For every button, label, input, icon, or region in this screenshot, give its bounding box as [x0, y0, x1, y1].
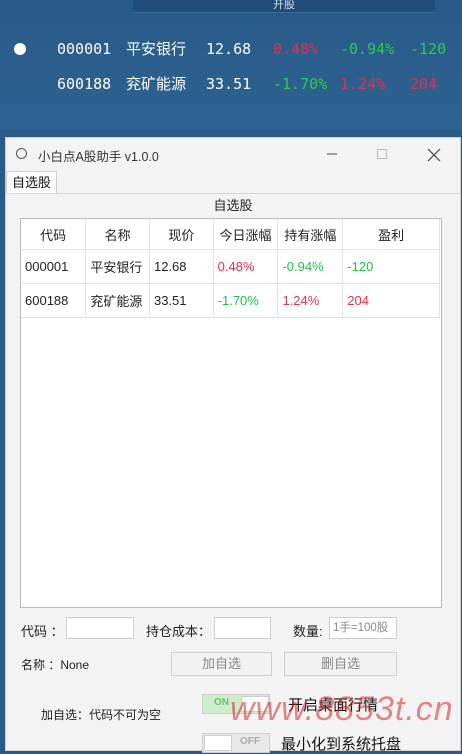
table-row[interactable]: 000001 平安银行 12.68 0.48% -0.94% -120: [21, 249, 440, 284]
cost-label: 持仓成本：: [146, 624, 212, 639]
quantity-label: 数量:: [293, 624, 323, 639]
header-profit[interactable]: 盈利: [342, 219, 440, 250]
ticker-today-change: -1.70%: [273, 75, 328, 93]
header-today-change[interactable]: 今日涨幅: [213, 219, 279, 250]
ticker-row[interactable]: 000001 平安银行 12.68 0.48% -0.94% -120: [0, 37, 462, 61]
toggle-knob: [241, 696, 269, 712]
add-watch-button[interactable]: 加自选: [171, 652, 272, 676]
header-hold-change[interactable]: 持有涨幅: [277, 219, 344, 250]
ticker-name: 平安银行: [126, 40, 187, 58]
code-label: 代码 ：: [21, 624, 64, 639]
desktop-ticker-toggle-label: 开启桌面行情: [288, 697, 379, 714]
desktop-top-strip: 开股: [133, 0, 435, 13]
watchlist-table[interactable]: 代码 名称 现价 今日涨幅 持有涨幅 盈利 000001 平安银行 12.68 …: [20, 218, 442, 608]
title-bar[interactable]: 小白点A股助手 v1.0.0: [6, 138, 460, 170]
cost-input[interactable]: [214, 617, 271, 639]
cell-name: 平安银行: [85, 249, 150, 284]
ticker-row[interactable]: 600188 兖矿能源 33.51 -1.70% 1.24% 204: [0, 72, 462, 96]
ticker-name: 兖矿能源: [126, 75, 187, 93]
ticker-dot-icon[interactable]: [14, 43, 26, 55]
table-header-row: 代码 名称 现价 今日涨幅 持有涨幅 盈利: [21, 219, 440, 250]
header-price[interactable]: 现价: [149, 219, 214, 250]
cell-price: 33.51: [149, 283, 214, 318]
tab-watchlist[interactable]: 自选股: [6, 171, 58, 193]
tray-minimize-toggle[interactable]: OFF: [202, 733, 270, 753]
section-title: 自选股: [213, 198, 253, 213]
cell-hold-change: 1.24%: [277, 283, 344, 318]
cell-code: 600188: [21, 283, 87, 318]
cell-profit: 204: [342, 283, 440, 318]
close-icon: [427, 148, 441, 162]
remove-watch-button[interactable]: 删自选: [284, 652, 397, 676]
tab-divider: [6, 193, 460, 194]
cell-name: 兖矿能源: [85, 283, 150, 318]
header-code[interactable]: 代码: [21, 219, 87, 250]
quantity-input[interactable]: [329, 617, 397, 639]
minimize-button[interactable]: [318, 142, 346, 166]
stock-name-label: 名称 ：None: [21, 658, 90, 672]
top-strip-label: 开股: [273, 0, 295, 11]
cell-code: 000001: [21, 249, 87, 284]
cell-price: 12.68: [149, 249, 214, 284]
cell-profit: -120: [342, 249, 440, 284]
header-name[interactable]: 名称: [85, 219, 150, 250]
ticker-profit: 204: [410, 75, 438, 93]
toggle-state-label: OFF: [240, 736, 260, 747]
ticker-hold-change: -0.94%: [340, 40, 395, 58]
cell-today-change: 0.48%: [213, 249, 279, 284]
ticker-price: 12.68: [206, 40, 252, 58]
ticker-price: 33.51: [206, 75, 252, 93]
table-row[interactable]: 600188 兖矿能源 33.51 -1.70% 1.24% 204: [21, 283, 440, 318]
close-button[interactable]: [420, 142, 448, 166]
status-message: 加自选：代码不可为空: [41, 708, 162, 722]
ticker-hold-change: 1.24%: [340, 75, 386, 93]
desktop-background: [0, 0, 462, 130]
ticker-profit: -120: [410, 40, 447, 58]
toggle-knob: [204, 735, 232, 751]
code-input[interactable]: [66, 617, 134, 639]
cell-hold-change: -0.94%: [277, 249, 344, 284]
minimize-icon: [327, 153, 337, 155]
maximize-icon: [377, 149, 387, 159]
ticker-code: 000001: [57, 40, 112, 58]
app-window: 小白点A股助手 v1.0.0 自选股 自选股 代码 名称 现价 今日涨幅 持有涨…: [5, 137, 461, 753]
desktop-ticker-toggle[interactable]: ON: [202, 694, 270, 714]
window-title: 小白点A股助手 v1.0.0: [38, 150, 159, 164]
maximize-button[interactable]: [368, 142, 396, 166]
ticker-code: 600188: [57, 75, 112, 93]
ticker-today-change: 0.48%: [273, 40, 319, 58]
toggle-state-label: ON: [214, 697, 229, 708]
app-circle-icon: [16, 148, 27, 159]
cell-today-change: -1.70%: [213, 283, 279, 318]
